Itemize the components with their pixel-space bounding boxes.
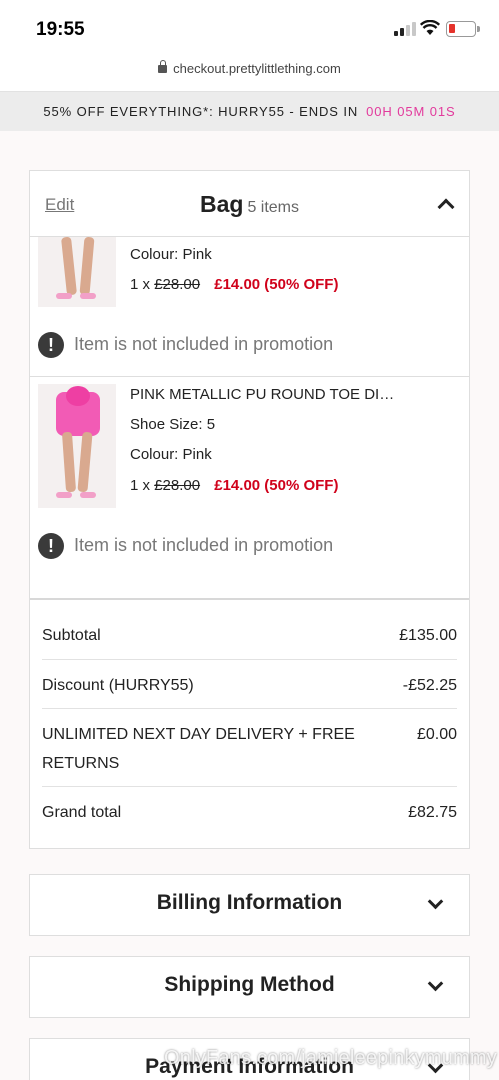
battery-icon bbox=[446, 21, 480, 37]
signal-icon bbox=[394, 22, 416, 36]
item-size: Shoe Size: 5 bbox=[130, 416, 216, 433]
item-old-price: £28.00 bbox=[154, 276, 201, 293]
bag-item-count: 5 items bbox=[247, 199, 300, 216]
item-sale-price: £14.00 (50% OFF) bbox=[214, 477, 339, 494]
address-bar[interactable]: checkout.prettylittlething.com bbox=[0, 54, 499, 92]
item-divider bbox=[30, 376, 469, 377]
promo-exclusion-notice: ! Item is not included in promotion bbox=[38, 533, 333, 559]
summary-divider bbox=[30, 598, 469, 600]
delivery-value: £0.00 bbox=[416, 726, 457, 743]
bag-title: Bag 5 items bbox=[30, 191, 469, 218]
url-display[interactable]: checkout.prettylittlething.com bbox=[158, 60, 341, 76]
exclamation-icon: ! bbox=[38, 533, 64, 559]
item-qty: 1 x bbox=[130, 276, 151, 293]
notice-text: Item is not included in promotion bbox=[74, 534, 334, 555]
bag-header[interactable]: Edit Bag 5 items bbox=[30, 171, 469, 237]
promo-banner: 55% OFF EVERYTHING*: HURRY55 - ENDS IN 00… bbox=[0, 92, 499, 131]
promo-countdown: 00H 05M 01S bbox=[366, 104, 456, 119]
billing-information-title[interactable]: Billing Information bbox=[30, 891, 469, 915]
item-colour: Colour: Pink bbox=[130, 446, 212, 463]
promo-exclusion-notice: ! Item is not included in promotion bbox=[38, 332, 333, 358]
row-divider bbox=[42, 786, 457, 787]
shipping-method-title[interactable]: Shipping Method bbox=[30, 973, 469, 997]
subtotal-label: Subtotal bbox=[42, 627, 101, 644]
delivery-row: UNLIMITED NEXT DAY DELIVERY + FREE RETUR… bbox=[42, 720, 457, 778]
notice-text: Item is not included in promotion bbox=[74, 333, 334, 354]
url-text: checkout.prettylittlething.com bbox=[173, 61, 341, 76]
watermark: OnlyFans.com/jamieleepinkymummy bbox=[164, 1047, 497, 1069]
shipping-method-section[interactable]: Shipping Method bbox=[29, 956, 470, 1018]
item-qty: 1 x bbox=[130, 477, 151, 494]
exclamation-icon: ! bbox=[38, 332, 64, 358]
item-price: 1 x £28.00 £14.00 (50% OFF) bbox=[130, 276, 338, 293]
delivery-label: UNLIMITED NEXT DAY DELIVERY + FREE RETUR… bbox=[42, 720, 355, 778]
row-divider bbox=[42, 659, 457, 660]
bag-card: Edit Bag 5 items Colour: Pink 1 x £28.00 … bbox=[29, 170, 470, 849]
status-bar: 19:55 bbox=[0, 0, 499, 54]
promo-text: 55% OFF EVERYTHING*: HURRY55 - ENDS IN bbox=[43, 104, 359, 119]
delivery-label-line1: UNLIMITED NEXT DAY DELIVERY + FREE bbox=[42, 726, 355, 743]
grand-total-value: £82.75 bbox=[408, 804, 457, 821]
subtotal-row: Subtotal £135.00 bbox=[42, 621, 457, 650]
lock-icon bbox=[158, 60, 168, 73]
bag-title-text: Bag bbox=[199, 191, 244, 217]
item-name[interactable]: PINK METALLIC PU ROUND TOE DI… bbox=[130, 386, 394, 403]
status-time: 19:55 bbox=[36, 19, 85, 40]
discount-label: Discount (HURRY55) bbox=[42, 677, 194, 694]
row-divider bbox=[42, 708, 457, 709]
discount-row: Discount (HURRY55) -£52.25 bbox=[42, 671, 457, 700]
item-price: 1 x £28.00 £14.00 (50% OFF) bbox=[130, 477, 338, 494]
delivery-label-line2: RETURNS bbox=[42, 755, 120, 772]
wifi-icon bbox=[420, 20, 440, 35]
grand-total-row: Grand total £82.75 bbox=[42, 798, 457, 827]
product-image[interactable] bbox=[38, 237, 116, 307]
grand-total-label: Grand total bbox=[42, 804, 122, 821]
item-sale-price: £14.00 (50% OFF) bbox=[214, 276, 339, 293]
subtotal-value: £135.00 bbox=[399, 627, 457, 644]
item-colour: Colour: Pink bbox=[130, 246, 212, 263]
billing-information-section[interactable]: Billing Information bbox=[29, 874, 470, 936]
discount-value: -£52.25 bbox=[402, 677, 457, 694]
product-image[interactable] bbox=[38, 384, 116, 508]
item-old-price: £28.00 bbox=[154, 477, 201, 494]
